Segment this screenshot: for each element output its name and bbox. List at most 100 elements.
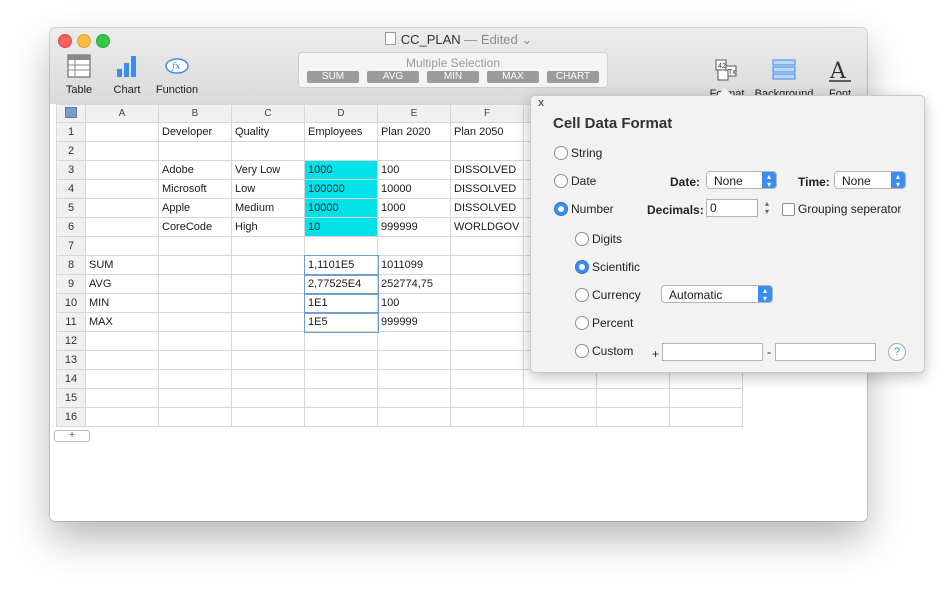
row-header[interactable]: 2 bbox=[56, 141, 86, 161]
table-cell[interactable]: DISSOLVED bbox=[450, 160, 524, 180]
table-cell[interactable]: 1000 bbox=[304, 160, 378, 180]
table-cell[interactable] bbox=[377, 350, 451, 370]
table-cell[interactable] bbox=[158, 388, 232, 408]
string-radio[interactable] bbox=[554, 146, 568, 160]
row-header[interactable]: 14 bbox=[56, 369, 86, 389]
table-cell[interactable]: WORLDGOV bbox=[450, 217, 524, 237]
table-cell[interactable] bbox=[377, 236, 451, 256]
currency-select[interactable]: Automatic ▴ ▾ bbox=[661, 285, 773, 303]
table-cell[interactable] bbox=[450, 274, 524, 294]
background-button[interactable]: Background bbox=[752, 58, 816, 100]
table-cell[interactable] bbox=[523, 388, 597, 408]
number-radio[interactable] bbox=[554, 202, 568, 216]
table-cell[interactable]: 252774,75 bbox=[377, 274, 451, 294]
table-cell[interactable] bbox=[158, 274, 232, 294]
column-header[interactable]: A bbox=[85, 104, 159, 123]
column-header[interactable]: C bbox=[231, 104, 305, 123]
table-cell[interactable] bbox=[85, 179, 159, 199]
table-cell[interactable] bbox=[231, 312, 305, 332]
row-header[interactable]: 11 bbox=[56, 312, 86, 332]
row-header[interactable]: 15 bbox=[56, 388, 86, 408]
table-cell[interactable] bbox=[377, 141, 451, 161]
chart-button[interactable]: Chart bbox=[112, 54, 142, 96]
table-cell[interactable]: DISSOLVED bbox=[450, 179, 524, 199]
row-header[interactable]: 3 bbox=[56, 160, 86, 180]
table-cell[interactable]: 999999 bbox=[377, 312, 451, 332]
table-cell[interactable] bbox=[450, 293, 524, 313]
table-cell[interactable]: MIN bbox=[85, 293, 159, 313]
table-cell[interactable] bbox=[231, 331, 305, 351]
table-cell[interactable] bbox=[377, 331, 451, 351]
table-cell[interactable] bbox=[523, 407, 597, 427]
percent-radio[interactable] bbox=[575, 316, 589, 330]
table-cell[interactable] bbox=[231, 274, 305, 294]
table-cell[interactable]: MAX bbox=[85, 312, 159, 332]
row-header[interactable]: 7 bbox=[56, 236, 86, 256]
table-cell[interactable] bbox=[304, 407, 378, 427]
table-cell[interactable] bbox=[85, 141, 159, 161]
table-cell[interactable] bbox=[231, 369, 305, 389]
select-all-icon[interactable] bbox=[56, 104, 86, 123]
table-cell[interactable]: Quality bbox=[231, 122, 305, 142]
table-cell[interactable]: Plan 2050 bbox=[450, 122, 524, 142]
table-cell[interactable]: 100000 bbox=[304, 179, 378, 199]
table-cell[interactable]: 999999 bbox=[377, 217, 451, 237]
row-header[interactable]: 1 bbox=[56, 122, 86, 142]
decimals-stepper[interactable]: ▴ ▾ bbox=[762, 200, 772, 218]
add-row-button[interactable]: + bbox=[54, 430, 90, 442]
table-cell[interactable] bbox=[304, 369, 378, 389]
table-cell[interactable] bbox=[85, 217, 159, 237]
table-cell[interactable] bbox=[231, 236, 305, 256]
avg-button[interactable]: AVG bbox=[367, 71, 419, 83]
table-cell[interactable] bbox=[85, 160, 159, 180]
table-cell[interactable] bbox=[377, 369, 451, 389]
table-cell[interactable] bbox=[304, 331, 378, 351]
table-cell[interactable] bbox=[596, 388, 670, 408]
function-button[interactable]: fx Function bbox=[154, 54, 200, 96]
sum-button[interactable]: SUM bbox=[307, 71, 359, 83]
table-cell[interactable]: 100 bbox=[377, 293, 451, 313]
table-cell[interactable] bbox=[231, 141, 305, 161]
time-format-select[interactable]: None ▴ ▾ bbox=[834, 171, 906, 189]
table-cell[interactable]: High bbox=[231, 217, 305, 237]
table-cell[interactable] bbox=[669, 407, 743, 427]
table-cell[interactable] bbox=[450, 236, 524, 256]
table-cell[interactable]: Adobe bbox=[158, 160, 232, 180]
table-cell[interactable] bbox=[231, 293, 305, 313]
help-button[interactable]: ? bbox=[888, 343, 906, 361]
table-button[interactable]: Table bbox=[64, 54, 94, 96]
table-cell[interactable]: 1E1 bbox=[303, 292, 379, 314]
table-cell[interactable] bbox=[450, 312, 524, 332]
table-cell[interactable] bbox=[304, 141, 378, 161]
table-cell[interactable] bbox=[85, 350, 159, 370]
chart-selection-button[interactable]: CHART bbox=[547, 71, 599, 83]
table-cell[interactable] bbox=[304, 350, 378, 370]
row-header[interactable]: 10 bbox=[56, 293, 86, 313]
min-button[interactable]: MIN bbox=[427, 71, 479, 83]
column-header[interactable]: F bbox=[450, 104, 524, 123]
scientific-radio[interactable] bbox=[575, 260, 589, 274]
table-cell[interactable] bbox=[158, 331, 232, 351]
table-cell[interactable]: Medium bbox=[231, 198, 305, 218]
table-cell[interactable]: Apple bbox=[158, 198, 232, 218]
column-header[interactable]: D bbox=[304, 104, 378, 123]
table-cell[interactable] bbox=[231, 407, 305, 427]
table-cell[interactable] bbox=[304, 388, 378, 408]
table-cell[interactable] bbox=[377, 388, 451, 408]
column-header[interactable]: B bbox=[158, 104, 232, 123]
table-cell[interactable]: Low bbox=[231, 179, 305, 199]
font-button[interactable]: A Font bbox=[822, 58, 858, 100]
table-cell[interactable] bbox=[85, 407, 159, 427]
digits-radio[interactable] bbox=[575, 232, 589, 246]
table-cell[interactable] bbox=[85, 122, 159, 142]
custom-suffix-input[interactable] bbox=[775, 343, 876, 361]
table-cell[interactable] bbox=[450, 331, 524, 351]
row-header[interactable]: 6 bbox=[56, 217, 86, 237]
edited-menu[interactable]: — Edited ⌄ bbox=[464, 32, 532, 47]
table-cell[interactable]: 2,77525E4 bbox=[303, 273, 379, 295]
table-cell[interactable]: Developer bbox=[158, 122, 232, 142]
column-header[interactable]: E bbox=[377, 104, 451, 123]
table-cell[interactable] bbox=[669, 388, 743, 408]
table-cell[interactable] bbox=[231, 388, 305, 408]
table-cell[interactable] bbox=[450, 255, 524, 275]
